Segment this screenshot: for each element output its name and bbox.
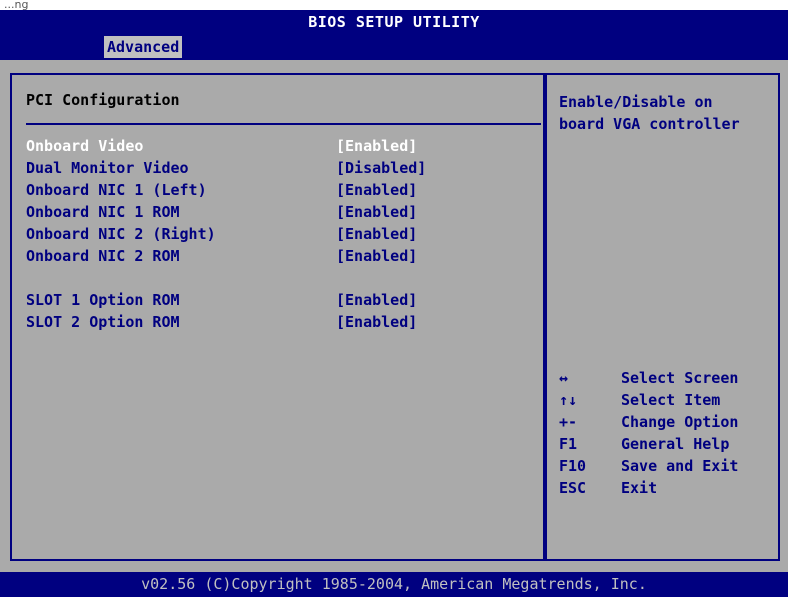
setting-value[interactable]: [Enabled] [336,245,417,267]
setting-dual-monitor-video[interactable]: Dual Monitor Video [Disabled] [26,157,536,179]
setting-label: SLOT 1 Option ROM [26,291,180,309]
key-f10: F10 [559,457,587,475]
key-hint-label: Select Item [621,391,721,409]
key-hint-label: Select Screen [621,369,739,387]
title-bar: BIOS SETUP UTILITY [0,10,788,34]
setting-label: Onboard NIC 1 (Left) [26,181,207,199]
help-panel: Enable/Disable on board VGA controller ↔… [545,73,780,561]
app-title: BIOS SETUP UTILITY [308,13,480,31]
key-hint-exit: ESC Exit [559,477,769,499]
setting-onboard-nic2-right[interactable]: Onboard NIC 2 (Right) [Enabled] [26,223,536,245]
setting-onboard-nic1-left[interactable]: Onboard NIC 1 (Left) [Enabled] [26,179,536,201]
bios-screen: PCI Configuration Onboard Video [Enabled… [0,60,788,572]
setting-label: SLOT 2 Option ROM [26,313,180,331]
key-hint-select-screen: ↔ Select Screen [559,367,769,389]
setting-slot1-option-rom[interactable]: SLOT 1 Option ROM [Enabled] [26,289,536,311]
setting-label: Onboard NIC 2 ROM [26,247,180,265]
left-right-arrow-icon: ↔ [559,369,569,387]
settings-panel: PCI Configuration Onboard Video [Enabled… [10,73,545,561]
key-hint-label: Save and Exit [621,457,739,475]
section-divider [26,123,541,125]
key-hint-label: Change Option [621,413,739,431]
key-esc: ESC [559,479,587,497]
setting-onboard-video[interactable]: Onboard Video [Enabled] [26,135,536,157]
key-hint-save-exit: F10 Save and Exit [559,455,769,477]
key-hint-label: General Help [621,435,730,453]
up-down-arrow-icon: ↑↓ [559,391,578,409]
menu-bar: Advanced [0,34,788,60]
setting-onboard-nic1-rom[interactable]: Onboard NIC 1 ROM [Enabled] [26,201,536,223]
setting-value[interactable]: [Disabled] [336,157,426,179]
setting-slot2-option-rom[interactable]: SLOT 2 Option ROM [Enabled] [26,311,536,333]
setting-label: Dual Monitor Video [26,159,189,177]
help-line: board VGA controller [559,115,740,133]
setting-onboard-nic2-rom[interactable]: Onboard NIC 2 ROM [Enabled] [26,245,536,267]
setting-value[interactable]: [Enabled] [336,311,417,333]
setting-value[interactable]: [Enabled] [336,289,417,311]
plus-minus-icon: +- [559,413,578,431]
setting-label: Onboard Video [26,137,144,155]
setting-value[interactable]: [Enabled] [336,135,417,157]
key-f1: F1 [559,435,578,453]
setting-label: Onboard NIC 1 ROM [26,203,180,221]
setting-value[interactable]: [Enabled] [336,223,417,245]
help-description: Enable/Disable on board VGA controller [559,91,769,135]
top-strip: ...ng [0,0,788,10]
key-hint-change-option: +- Change Option [559,411,769,433]
key-hint-select-item: ↑↓ Select Item [559,389,769,411]
setting-label: Onboard NIC 2 (Right) [26,225,216,243]
setting-value[interactable]: [Enabled] [336,201,417,223]
setting-value[interactable]: [Enabled] [336,179,417,201]
copyright-footer: v02.56 (C)Copyright 1985-2004, American … [0,572,788,597]
key-hint-label: Exit [621,479,658,497]
tab-advanced[interactable]: Advanced [104,36,183,58]
section-title: PCI Configuration [26,91,180,109]
help-line: Enable/Disable on [559,93,713,111]
key-hint-general-help: F1 General Help [559,433,769,455]
